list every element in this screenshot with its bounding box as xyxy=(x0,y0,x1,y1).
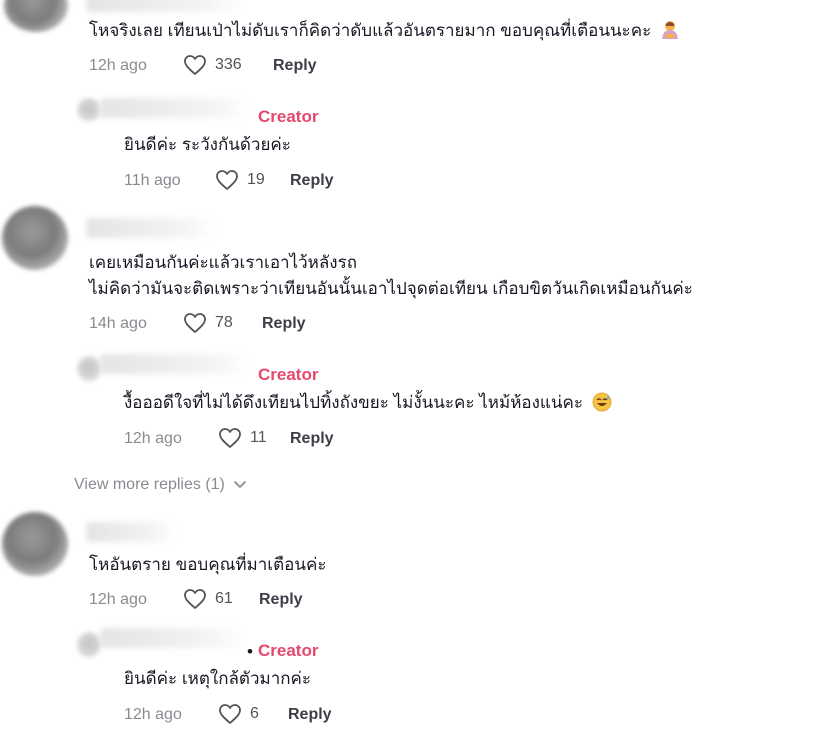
reply-button[interactable]: Reply xyxy=(273,57,317,75)
like-button[interactable]: 61 xyxy=(183,588,233,610)
creator-badge: Creator xyxy=(258,365,319,384)
avatar[interactable] xyxy=(77,98,101,122)
username-blurred[interactable] xyxy=(86,522,176,542)
timestamp: 12h ago xyxy=(89,57,147,74)
like-count: 6 xyxy=(250,705,259,722)
heart-icon xyxy=(216,170,238,190)
timestamp: 12h ago xyxy=(89,591,147,608)
heart-icon xyxy=(184,313,206,333)
reply-button[interactable]: Reply xyxy=(290,430,334,448)
avatar[interactable] xyxy=(2,206,68,270)
heart-icon xyxy=(219,428,241,448)
avatar[interactable] xyxy=(77,632,101,658)
like-button[interactable]: 78 xyxy=(183,312,233,334)
like-button[interactable]: 11 xyxy=(218,427,267,449)
comment-text: โหจริงเลย เทียนเป่าไม่ดับเราก็คิดว่าดับแ… xyxy=(89,18,680,44)
like-count: 61 xyxy=(215,590,233,607)
avatar[interactable] xyxy=(2,512,68,576)
avatar[interactable] xyxy=(77,356,101,382)
reply-button[interactable]: Reply xyxy=(262,315,306,333)
timestamp: 11h ago xyxy=(124,172,181,189)
reply-button[interactable]: Reply xyxy=(290,172,334,190)
timestamp: 12h ago xyxy=(124,706,182,723)
timestamp: 12h ago xyxy=(124,430,182,447)
separator-dot: • xyxy=(247,642,253,661)
avatar[interactable] xyxy=(4,0,68,32)
reply-button[interactable]: Reply xyxy=(288,706,332,724)
chevron-down-icon xyxy=(233,481,246,488)
comment-text: โหอันตราย ขอบคุณที่มาเตือนค่ะ xyxy=(89,555,327,574)
like-button[interactable]: 6 xyxy=(218,703,259,725)
heart-icon xyxy=(219,704,241,724)
sweat-smile-emoji xyxy=(592,392,612,412)
creator-badge: Creator xyxy=(258,641,319,660)
like-count: 11 xyxy=(250,429,267,446)
username-blurred[interactable] xyxy=(100,628,245,648)
username-blurred[interactable] xyxy=(100,98,250,118)
username-blurred[interactable] xyxy=(86,0,246,12)
like-button[interactable]: 336 xyxy=(183,54,242,76)
creator-badge: Creator xyxy=(258,107,319,126)
timestamp: 14h ago xyxy=(89,315,147,332)
like-count: 336 xyxy=(215,56,242,73)
heart-icon xyxy=(184,589,206,609)
comment-text: เคยเหมือนกันค่ะแล้วเราเอาไว้หลังรถ ไม่คิ… xyxy=(89,253,693,298)
comment-text: งื้อออดีใจที่ไม่ได้ดึงเทียนไปทิ้งถังขยะ … xyxy=(124,390,612,416)
person-bowing-emoji xyxy=(661,21,678,39)
view-more-label: View more replies (1) xyxy=(74,476,225,493)
heart-icon xyxy=(184,55,206,75)
like-count: 78 xyxy=(215,314,233,331)
comment-text: ยินดีค่ะ ระวังกันด้วยค่ะ xyxy=(124,135,291,154)
reply-button[interactable]: Reply xyxy=(259,591,303,609)
username-blurred[interactable] xyxy=(100,354,250,374)
comment-text: ยินดีค่ะ เหตุใกล้ตัวมากค่ะ xyxy=(124,669,312,688)
view-more-replies[interactable]: View more replies (1) xyxy=(74,476,247,494)
like-count: 19 xyxy=(247,171,265,188)
username-blurred[interactable] xyxy=(86,218,216,238)
like-button[interactable]: 19 xyxy=(215,169,265,191)
